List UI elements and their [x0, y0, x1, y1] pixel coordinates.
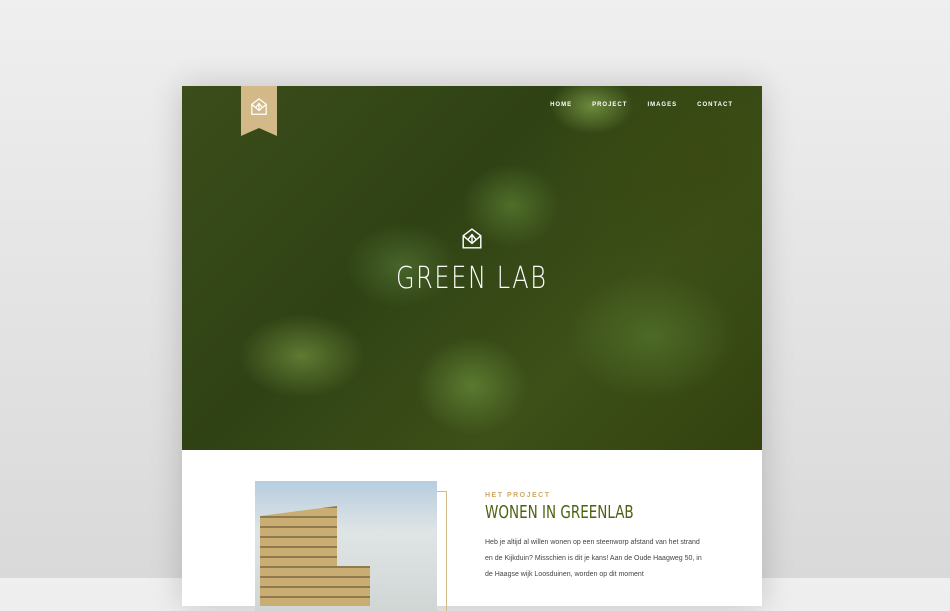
project-section: HET PROJECT WONEN IN GREENLAB Heb je alt… — [485, 492, 705, 583]
website-page: HOME PROJECT IMAGES CONTACT GREEN LAB HE… — [182, 86, 762, 611]
image-frame-decoration — [437, 491, 447, 611]
project-image — [255, 481, 437, 611]
main-nav: HOME PROJECT IMAGES CONTACT — [550, 102, 733, 108]
section-kicker: HET PROJECT — [485, 492, 551, 499]
hero-banner: HOME PROJECT IMAGES CONTACT GREEN LAB — [182, 86, 762, 450]
nav-project[interactable]: PROJECT — [592, 102, 627, 108]
hero-title: GREEN LAB — [396, 261, 548, 296]
logo-ribbon[interactable] — [241, 86, 277, 136]
hero-logo: GREEN LAB — [182, 228, 762, 296]
nav-contact[interactable]: CONTACT — [697, 102, 733, 108]
section-title: WONEN IN GREENLAB — [485, 502, 634, 523]
house-leaf-icon — [462, 228, 482, 249]
nav-images[interactable]: IMAGES — [647, 102, 677, 108]
house-leaf-icon — [251, 98, 267, 115]
section-body: Heb je altijd al willen wonen op een ste… — [485, 539, 702, 578]
building-illustration — [260, 506, 370, 606]
nav-home[interactable]: HOME — [550, 102, 572, 108]
